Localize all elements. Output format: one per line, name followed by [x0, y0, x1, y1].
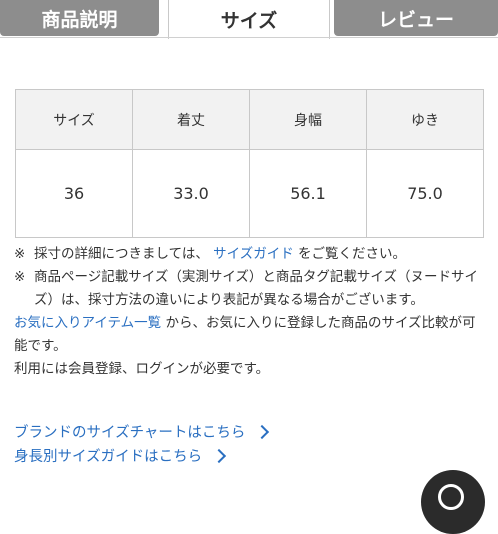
tab-label: レビュー — [377, 8, 454, 31]
size-guide-link[interactable]: サイズガイド — [213, 246, 294, 262]
header-width: 身幅 — [249, 89, 367, 150]
note-mark: ※ — [14, 269, 26, 285]
chevron-right-icon — [255, 424, 270, 439]
chevron-right-icon — [212, 448, 227, 463]
chat-icon — [438, 484, 464, 510]
header-length: 着丈 — [132, 89, 250, 150]
note-tag-size: ※ 商品ページ記載サイズ（実測サイズ）と商品タグ記載サイズ（ヌードサイズ）は、採… — [14, 266, 488, 312]
size-table-header-row: サイズ 着丈 身幅 ゆき — [15, 89, 484, 150]
tab-reviews[interactable]: レビュー — [334, 0, 498, 36]
header-sleeve: ゆき — [366, 89, 484, 150]
chat-button[interactable] — [421, 470, 485, 534]
tab-label: 商品説明 — [41, 8, 118, 31]
header-size: サイズ — [15, 89, 133, 150]
cell-sleeve: 75.0 — [366, 149, 484, 238]
login-note: 利用には会員登録、ログインが必要です。 — [14, 361, 270, 377]
height-size-guide-link[interactable]: 身長別サイズガイドはこちら — [14, 445, 227, 466]
brand-size-chart-link[interactable]: ブランドのサイズチャートはこちら — [14, 421, 270, 442]
tab-size[interactable]: サイズ — [168, 0, 330, 39]
tab-label: サイズ — [220, 10, 278, 32]
height-size-guide-label: 身長別サイズガイドはこちら — [14, 449, 203, 465]
cell-size: 36 — [15, 149, 133, 238]
favorites-paragraph: お気に入りアイテム一覧 から、お気に入りに登録した商品のサイズ比較が可能です。 — [14, 312, 488, 358]
note-text-after: をご覧ください。 — [298, 246, 407, 262]
tab-divider — [0, 37, 498, 38]
size-table: サイズ 着丈 身幅 ゆき 36 33.0 56.1 75.0 — [15, 89, 484, 238]
tab-product-description[interactable]: 商品説明 — [0, 0, 159, 36]
size-notes: ※ 採寸の詳細につきましては、 サイズガイド をご覧ください。 ※ 商品ページ記… — [14, 243, 488, 381]
tab-bar: 商品説明 サイズ レビュー — [0, 0, 498, 39]
note-measurement: ※ 採寸の詳細につきましては、 サイズガイド をご覧ください。 — [14, 243, 488, 266]
cell-length: 33.0 — [132, 149, 250, 238]
table-row: 36 33.0 56.1 75.0 — [15, 149, 484, 238]
cell-width: 56.1 — [249, 149, 367, 238]
note-text: 商品ページ記載サイズ（実測サイズ）と商品タグ記載サイズ（ヌードサイズ）は、採寸方… — [34, 269, 479, 308]
brand-size-chart-label: ブランドのサイズチャートはこちら — [14, 425, 246, 441]
favorites-list-link[interactable]: お気に入りアイテム一覧 — [14, 315, 161, 331]
note-text-before: 採寸の詳細につきましては、 — [34, 246, 209, 262]
note-text: 採寸の詳細につきましては、 サイズガイド をご覧ください。 — [34, 243, 406, 266]
note-mark: ※ — [14, 246, 26, 262]
